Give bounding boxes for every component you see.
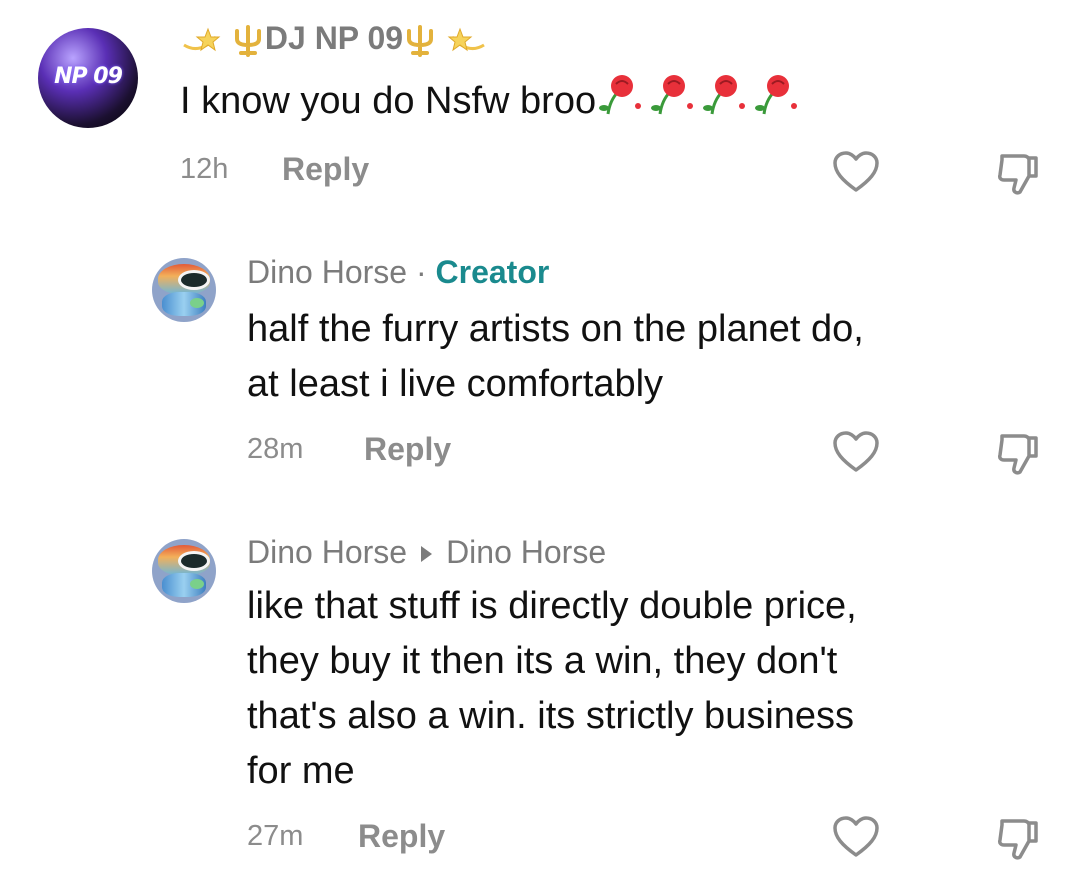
reply-to-username: Dino Horse <box>446 534 607 570</box>
heart-outline-icon[interactable] <box>832 815 880 859</box>
comment-line: that's also a win. its strictly business <box>247 695 855 737</box>
comment-line: half the furry artists on the planet do, <box>247 308 864 350</box>
comment-1: NP 09 DJ NP 09 I know you do Nsfw broo 1… <box>0 0 1079 220</box>
dizzy-star-icon <box>183 27 221 51</box>
comment-time: 28m <box>247 433 304 465</box>
username-text: DJ NP 09 <box>264 20 404 56</box>
dizzy-star-icon <box>447 27 485 51</box>
comment-username[interactable]: Dino Horse · Creator <box>247 254 549 291</box>
comment-time: 12h <box>180 153 229 185</box>
avatar-label: NP 09 <box>54 64 123 89</box>
thumb-down-outline-icon[interactable] <box>994 815 1042 863</box>
comment-body: I know you do Nsfw broo <box>180 70 806 136</box>
trident-icon <box>407 24 434 57</box>
comment-body: like that stuff is directly double price… <box>247 579 857 799</box>
comment-username[interactable]: Dino Horse Dino Horse <box>247 534 606 571</box>
heart-outline-icon[interactable] <box>832 150 880 194</box>
comment-line: they buy it then its a win, they don't <box>247 640 838 682</box>
reply-button[interactable]: Reply <box>358 818 445 855</box>
rose-emojis <box>596 70 806 136</box>
creator-badge: Creator <box>435 254 550 290</box>
separator-dot: · <box>415 254 427 290</box>
comment-text: I know you do Nsfw broo <box>180 80 597 123</box>
reply-button[interactable]: Reply <box>364 431 451 468</box>
reply-button[interactable]: Reply <box>282 151 369 188</box>
comment-line: for me <box>247 750 355 792</box>
avatar[interactable]: NP 09 <box>38 28 138 128</box>
comment-line: like that stuff is directly double price… <box>247 585 857 627</box>
username-text: Dino Horse <box>247 534 408 570</box>
heart-outline-icon[interactable] <box>832 430 880 474</box>
avatar[interactable] <box>152 258 216 322</box>
username-text: Dino Horse <box>247 254 408 290</box>
comment-body: half the furry artists on the planet do,… <box>247 302 864 412</box>
comment-line: at least i live comfortably <box>247 363 664 405</box>
reply-arrow-icon <box>421 545 433 562</box>
comment-username[interactable]: DJ NP 09 <box>180 20 488 59</box>
trident-icon <box>234 24 261 57</box>
comment-time: 27m <box>247 820 304 852</box>
thumb-down-outline-icon[interactable] <box>994 430 1042 478</box>
thumb-down-outline-icon[interactable] <box>994 150 1042 198</box>
avatar[interactable] <box>152 539 216 603</box>
